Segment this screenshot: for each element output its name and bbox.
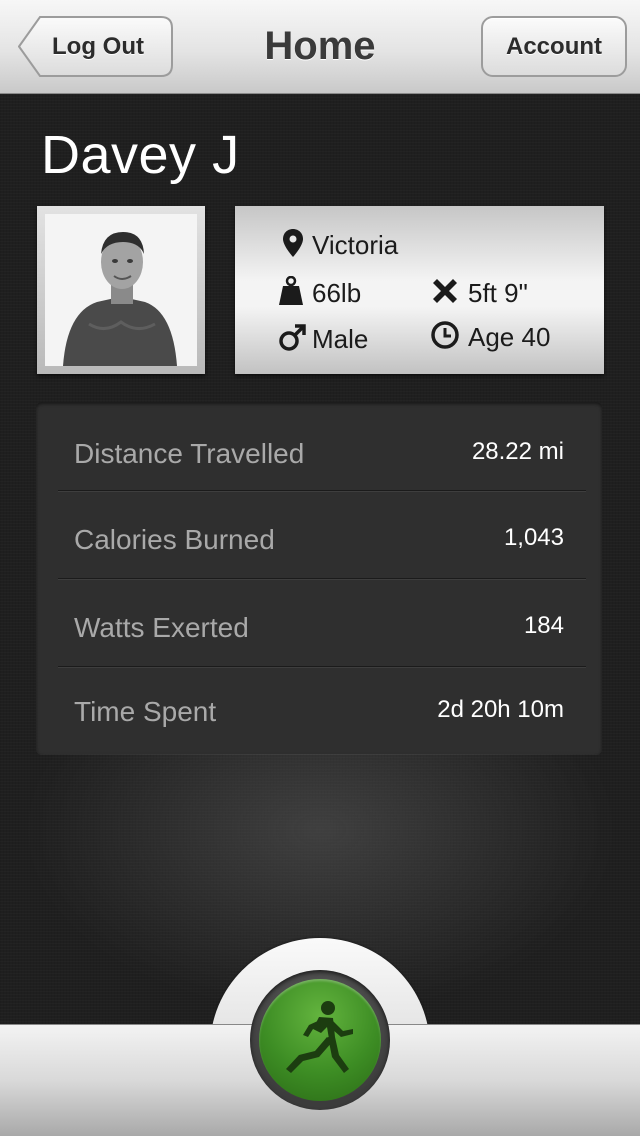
stat-row-distance: Distance Travelled 28.22 mi	[36, 402, 602, 490]
stat-value: 184	[523, 612, 564, 639]
start-run-button[interactable]	[250, 970, 390, 1110]
stat-value: 2d 20h 10m	[437, 696, 564, 723]
stats-panel: Distance Travelled 28.22 mi Calories Bur…	[36, 402, 602, 754]
height-cross-icon	[433, 279, 457, 303]
start-run-button-face	[259, 979, 381, 1101]
account-button[interactable]: Account	[481, 16, 627, 77]
clock-icon	[431, 321, 459, 349]
stat-label: Time Spent	[74, 696, 217, 727]
gender-text: Male	[312, 324, 369, 354]
stat-label: Distance Travelled	[74, 438, 305, 469]
stat-value: 28.22 mi	[471, 438, 564, 465]
stat-value: 1,043	[503, 524, 564, 551]
user-photo-icon	[45, 214, 197, 366]
runner-icon	[286, 1001, 353, 1073]
stat-row-time: Time Spent 2d 20h 10m	[36, 660, 602, 748]
height-text: 5ft 9"	[468, 278, 528, 308]
stat-row-calories: Calories Burned 1,043	[36, 488, 602, 576]
avatar-frame	[37, 206, 205, 374]
profile-info-card: Victoria 66lb 5ft 9" Male Age 40	[235, 206, 604, 374]
stat-row-watts: Watts Exerted 184	[36, 576, 602, 664]
location-pin-icon	[283, 229, 303, 257]
male-symbol-icon	[279, 324, 306, 351]
user-name: Davey J	[41, 125, 240, 185]
stat-label: Calories Burned	[74, 524, 275, 555]
stat-label: Watts Exerted	[74, 612, 249, 643]
age-text: Age 40	[468, 322, 551, 352]
location-text: Victoria	[312, 230, 399, 260]
avatar[interactable]	[45, 214, 197, 366]
weight-icon	[279, 276, 303, 305]
weight-text: 66lb	[312, 278, 362, 308]
navigation-bar: Log Out Home Account	[0, 0, 640, 94]
